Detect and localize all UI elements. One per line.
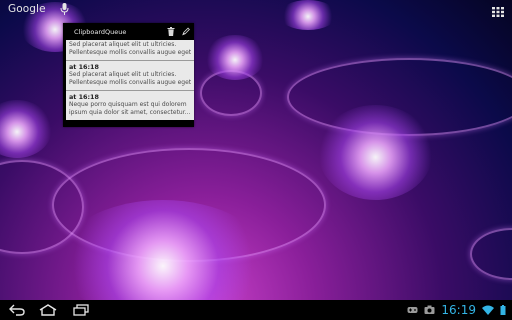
recent-apps-icon[interactable] <box>73 304 89 316</box>
clip-time: at 16:18 <box>69 63 99 71</box>
back-icon[interactable] <box>9 304 25 316</box>
trash-icon[interactable] <box>167 27 175 36</box>
wifi-icon <box>482 305 494 315</box>
clock[interactable]: 16:19 <box>441 303 476 317</box>
system-bar: 16:19 <box>0 300 512 320</box>
clip-text-line: Pellentesque mollis convallis augue eget… <box>69 79 191 86</box>
lotus-flower <box>279 0 337 30</box>
mic-icon[interactable] <box>60 3 69 15</box>
clip-time: at 16:18 <box>69 93 99 101</box>
clip-item[interactable]: at 16:18 Neque porro quisquam est qui do… <box>66 91 194 120</box>
lotus-flower <box>205 35 265 80</box>
home-icon[interactable] <box>39 304 57 316</box>
clip-item[interactable]: Sed placerat aliquet elit ut ultricies. … <box>66 40 194 61</box>
status-area[interactable]: 16:19 <box>407 303 506 317</box>
screenshot-icon <box>424 305 435 314</box>
game-icon <box>407 307 418 313</box>
all-apps-icon[interactable] <box>492 7 504 17</box>
clip-text-line: Neque porro quisquam est qui dolorem <box>69 101 187 108</box>
battery-icon <box>500 305 506 315</box>
clip-item[interactable]: at 16:18 Sed placerat aliquet elit ut ul… <box>66 61 194 91</box>
clip-text-line: Sed placerat aliquet elit ut ultricies. <box>69 71 177 78</box>
google-search-bar[interactable]: Google <box>8 3 69 15</box>
clip-text-line: Sed placerat aliquet elit ut ultricies. <box>69 41 177 48</box>
widget-header: ClipboardQueue <box>63 23 194 40</box>
clip-text-line: ipsum quia dolor sit amet, consectetur..… <box>69 109 191 116</box>
widget-title: ClipboardQueue <box>74 27 127 36</box>
edit-icon[interactable] <box>182 27 190 36</box>
clip-list[interactable]: Sed placerat aliquet elit ut ultricies. … <box>66 40 194 127</box>
google-logo[interactable]: Google <box>8 3 46 15</box>
lotus-flower <box>0 100 52 158</box>
clipboard-queue-widget: ClipboardQueue Sed placerat aliquet elit… <box>63 23 194 127</box>
clip-text-line: Pellentesque mollis convallis augue eget… <box>69 49 191 56</box>
water-ring <box>470 228 512 280</box>
widget-actions <box>167 27 190 36</box>
lotus-flower <box>318 105 433 200</box>
